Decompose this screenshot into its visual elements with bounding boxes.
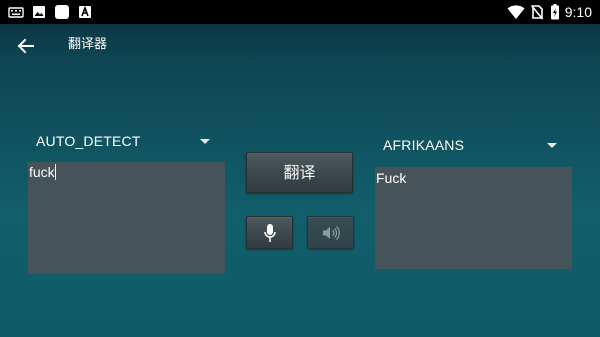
no-sim-icon: [530, 4, 544, 20]
keyboard-icon: [8, 7, 24, 18]
page-title: 翻译器: [68, 37, 108, 52]
status-bar: 9:10: [0, 0, 600, 24]
arrow-left-icon[interactable]: [16, 36, 36, 56]
app-bar: 翻译器: [0, 24, 600, 68]
status-time: 9:10: [564, 4, 592, 20]
microphone-button[interactable]: [246, 216, 293, 249]
translate-button[interactable]: 翻译: [246, 152, 353, 193]
microphone-icon: [263, 223, 276, 242]
speaker-button[interactable]: [307, 216, 354, 249]
source-language-dropdown[interactable]: AUTO_DETECT: [28, 128, 218, 156]
source-language-label: AUTO_DETECT: [36, 133, 141, 149]
translated-text-output: Fuck: [375, 167, 572, 269]
text-cursor: [54, 164, 56, 180]
source-text-input[interactable]: fuck: [28, 162, 225, 274]
target-language-label: AFRIKAANS: [383, 137, 465, 153]
wifi-icon: [507, 5, 525, 19]
battery-charging-icon: [551, 4, 559, 20]
translated-text: Fuck: [376, 170, 407, 186]
speaker-icon: [322, 225, 340, 240]
target-language-dropdown[interactable]: AFRIKAANS: [375, 132, 565, 160]
source-text: fuck: [29, 164, 55, 180]
image-icon: [33, 6, 45, 18]
square-app-icon: [55, 5, 69, 19]
dropdown-caret-icon: [547, 143, 557, 148]
translate-button-label: 翻译: [283, 163, 316, 182]
letter-a-app-icon: [79, 5, 91, 18]
dropdown-caret-icon: [200, 139, 210, 144]
